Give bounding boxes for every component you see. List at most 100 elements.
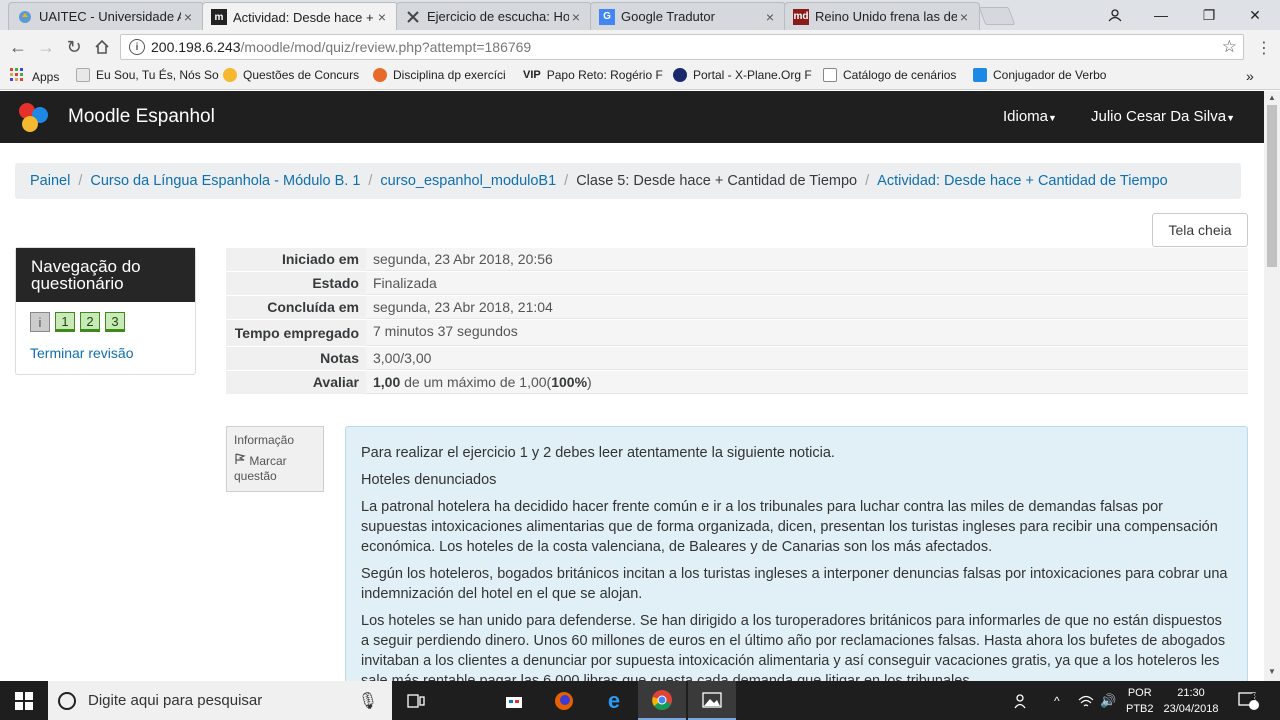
page-icon	[823, 68, 837, 82]
action-center-icon[interactable]: 3	[1238, 681, 1260, 720]
site-brand[interactable]: Moodle Espanhol	[68, 106, 215, 128]
cortana-icon	[58, 691, 76, 710]
breadcrumb-course-short[interactable]: curso_espanhol_moduloB1	[380, 173, 556, 189]
scroll-down-icon[interactable]: ▼	[1268, 667, 1276, 676]
clock[interactable]: 21:30 23/04/2018	[1160, 681, 1222, 720]
question-button-info[interactable]: i	[30, 312, 50, 332]
bookmark-favicon-icon	[76, 68, 90, 82]
tab-title: Ejercicio de escucha: Ho	[427, 9, 569, 24]
summary-value: 3,00/3,00	[366, 347, 1248, 370]
tab-reino-unido[interactable]: md Reino Unido frena las de ×	[784, 2, 980, 30]
language-menu[interactable]: Idioma▼	[1003, 108, 1057, 125]
bookmark-star-icon[interactable]: ☆	[1222, 37, 1237, 57]
bookmark-xplane[interactable]: Portal - X-Plane.Org F	[673, 68, 812, 82]
address-bar[interactable]: i 200.198.6.243/moodle/mod/quiz/review.p…	[120, 34, 1244, 60]
bookmark-eu-sou[interactable]: Eu Sou, Tu És, Nós So	[76, 68, 219, 82]
summary-row-grade: Avaliar 1,00 de um máximo de 1,00(100%)	[226, 371, 1248, 395]
bookmark-label: Eu Sou, Tu És, Nós So	[96, 68, 219, 82]
flag-question-link[interactable]: Marcar questão	[234, 453, 316, 484]
bookmarks-overflow-icon[interactable]: »	[1246, 68, 1254, 84]
scroll-up-icon[interactable]: ▲	[1268, 93, 1276, 102]
uaitec-favicon-icon	[17, 9, 33, 25]
question-button-3[interactable]: 3	[105, 312, 125, 332]
task-view-icon[interactable]	[392, 681, 440, 720]
close-icon[interactable]: ×	[569, 9, 583, 25]
new-tab-button[interactable]	[978, 7, 1016, 25]
tab-ejercicio[interactable]: Ejercicio de escucha: Ho ×	[396, 2, 592, 30]
forward-icon[interactable]: →	[34, 35, 58, 59]
bookmark-conjugador[interactable]: Conjugador de Verbo	[973, 68, 1106, 82]
edge-icon[interactable]: e	[590, 681, 638, 720]
scrollbar-thumb[interactable]	[1267, 105, 1277, 267]
moodle-logo-icon[interactable]	[16, 101, 50, 133]
quiz-navigation-title: Navegação do questionário	[16, 248, 195, 302]
apps-grid-icon	[10, 68, 24, 85]
bookmark-label: Portal - X-Plane.Org F	[693, 68, 812, 82]
tab-actividad[interactable]: m Actividad: Desde hace + ×	[202, 2, 398, 31]
back-icon[interactable]: ←	[6, 35, 30, 59]
page-scrollbar[interactable]: ▲ ▼	[1264, 91, 1280, 681]
grade-value: 1,00 de um máximo de 1,00(100%)	[366, 371, 1248, 394]
breadcrumb-course[interactable]: Curso da Língua Espanhola - Módulo B. 1	[90, 173, 360, 189]
close-icon[interactable]: ×	[763, 9, 777, 25]
caret-down-icon: ▼	[1226, 113, 1235, 123]
breadcrumb-painel[interactable]: Painel	[30, 173, 70, 189]
photos-icon[interactable]	[688, 681, 736, 720]
volume-icon[interactable]: 🔊	[1100, 681, 1116, 720]
site-info-icon[interactable]: i	[129, 39, 145, 55]
tab-google-tradutor[interactable]: G Google Tradutor ×	[590, 2, 786, 30]
close-icon[interactable]: ×	[375, 9, 389, 25]
bookmark-papo-reto[interactable]: VIP Papo Reto: Rogério F	[523, 68, 663, 82]
store-icon[interactable]	[490, 681, 538, 720]
close-icon[interactable]: ×	[957, 9, 971, 25]
question-button-2[interactable]: 2	[80, 312, 100, 332]
profile-icon[interactable]	[1092, 0, 1138, 30]
vip-icon: VIP	[523, 69, 541, 81]
question-button-1[interactable]: 1	[55, 312, 75, 332]
user-menu[interactable]: Julio Cesar Da Silva▼	[1091, 108, 1235, 125]
microphone-icon[interactable]: 🎙	[358, 691, 378, 711]
search-placeholder: Digite aqui para pesquisar	[88, 692, 263, 709]
finish-review-link[interactable]: Terminar revisão	[30, 345, 133, 361]
home-icon[interactable]	[90, 35, 114, 59]
breadcrumb-activity[interactable]: Actividad: Desde hace + Cantidad de Tiem…	[877, 173, 1168, 189]
question-paragraph: La patronal hotelera ha decidido hacer f…	[361, 499, 1218, 555]
tab-bar: UAITEC - Universidade A × m Actividad: D…	[0, 0, 1280, 31]
close-icon[interactable]: ×	[181, 9, 195, 25]
summary-label: Iniciado em	[226, 248, 366, 271]
chrome-icon[interactable]	[638, 681, 686, 720]
network-icon[interactable]	[1078, 681, 1094, 720]
windows-taskbar: Digite aqui para pesquisar 🎙 e ^ 🔊 POR P…	[0, 681, 1280, 720]
chrome-menu-icon[interactable]: ⋮	[1256, 38, 1272, 58]
minimize-icon[interactable]: —	[1138, 0, 1184, 30]
flag-icon	[234, 453, 246, 468]
summary-label: Avaliar	[226, 371, 366, 394]
tab-uaitec[interactable]: UAITEC - Universidade A ×	[8, 2, 204, 30]
fullscreen-button[interactable]: Tela cheia	[1152, 213, 1248, 247]
windows-start-icon[interactable]	[0, 681, 48, 720]
input-language-indicator[interactable]: POR PTB2	[1126, 681, 1154, 720]
bookmark-favicon-icon	[223, 68, 237, 82]
taskbar-search-input[interactable]: Digite aqui para pesquisar 🎙	[48, 681, 392, 720]
bookmark-apps[interactable]: Apps	[10, 68, 59, 85]
bookmark-disciplina[interactable]: Disciplina dp exercíci	[373, 68, 506, 82]
question-buttons: i 1 2 3	[30, 312, 125, 332]
bookmark-favicon-icon	[973, 68, 987, 82]
notification-count: 3	[1251, 692, 1257, 703]
caret-down-icon: ▼	[1048, 113, 1057, 123]
reload-icon[interactable]: ↻	[62, 35, 86, 59]
bookmark-label: Questões de Concurs	[243, 68, 360, 82]
bookmark-catalogo[interactable]: Catálogo de cenários	[823, 68, 956, 82]
restore-icon[interactable]: ❐	[1186, 0, 1232, 30]
browser-toolbar: ← → ↻ i 200.198.6.243/moodle/mod/quiz/re…	[0, 30, 1280, 64]
bookmark-questoes[interactable]: Questões de Concurs	[223, 68, 359, 82]
window-close-icon[interactable]: ✕	[1232, 0, 1278, 30]
summary-value: segunda, 23 Abr 2018, 20:56	[366, 248, 1248, 271]
tray-overflow-icon[interactable]: ^	[1054, 681, 1060, 720]
firefox-icon[interactable]	[540, 681, 588, 720]
breadcrumb-separator: /	[78, 173, 83, 189]
question-content: Para realizar el ejercicio 1 y 2 debes l…	[345, 426, 1248, 686]
people-icon[interactable]	[1002, 681, 1042, 720]
summary-label: Tempo empregado	[226, 320, 366, 346]
moodle-favicon-icon: m	[211, 9, 227, 25]
